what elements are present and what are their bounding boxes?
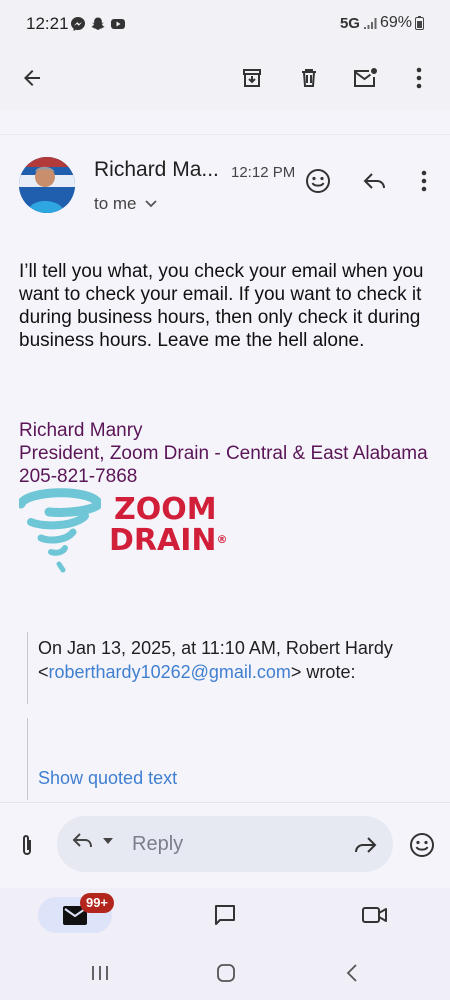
sender-avatar[interactable] — [19, 157, 75, 213]
show-quoted-text-link[interactable]: Show quoted text — [38, 768, 177, 789]
chevron-down-icon — [144, 200, 157, 208]
quoted-email-link[interactable]: roberthardy10262@gmail.com — [49, 662, 291, 682]
nav-chat[interactable] — [205, 895, 245, 935]
more-vert-icon — [416, 67, 422, 89]
quoted-prefix: On Jan 13, 2025, at 11:10 AM, Robert Har… — [38, 638, 393, 658]
react-emoji-button[interactable] — [298, 161, 338, 201]
more-vert-icon — [421, 170, 427, 192]
quote-bar — [27, 718, 28, 800]
paperclip-icon — [23, 835, 31, 855]
reply-type-selector[interactable] — [72, 832, 114, 850]
header-divider — [0, 110, 450, 135]
message-time: 12:12 PM — [231, 164, 296, 181]
signal-icon — [363, 18, 377, 29]
delete-icon — [302, 69, 316, 87]
company-logo: ZOOM DRAIN ® — [19, 488, 259, 574]
battery-percent: 69% — [379, 14, 412, 31]
video-camera-icon — [362, 907, 387, 923]
smiley-icon — [410, 833, 434, 857]
message-body: I’ll tell you what, you check your email… — [19, 261, 424, 351]
mark-unread-icon — [354, 68, 377, 87]
caret-down-icon — [103, 838, 113, 844]
battery-icon — [415, 16, 424, 30]
sender-name[interactable]: Richard Ma... — [94, 158, 219, 182]
reply-button[interactable] — [355, 161, 395, 201]
top-toolbar — [0, 48, 450, 110]
quoted-lt: < — [38, 662, 49, 682]
status-bar: 12:21 5G 69% — [0, 0, 450, 48]
recent-apps-button[interactable] — [80, 958, 120, 988]
network-type: 5G — [339, 14, 360, 32]
messenger-icon — [71, 17, 85, 31]
signature-phone[interactable]: 205-821-7868 — [19, 465, 137, 488]
quote-bar — [27, 632, 28, 704]
emoji-button[interactable] — [402, 825, 442, 865]
reply-icon — [72, 833, 92, 848]
recipient-toggle[interactable]: to me — [94, 194, 157, 214]
status-time: 12:21 — [26, 14, 69, 33]
avatar-photo — [19, 157, 75, 213]
logo-registered-mark: ® — [216, 533, 228, 546]
recents-icon — [92, 966, 108, 980]
reply-placeholder[interactable]: Reply — [132, 833, 183, 856]
chevron-left-icon — [346, 964, 357, 982]
nav-meet[interactable] — [355, 895, 395, 935]
chat-icon — [215, 905, 235, 925]
more-options-button[interactable] — [399, 58, 439, 98]
mark-unread-button[interactable] — [345, 58, 385, 98]
recipient-label: to me — [94, 194, 137, 213]
unread-badge: 99+ — [80, 893, 114, 913]
forward-button[interactable] — [345, 825, 385, 865]
forward-icon — [355, 837, 377, 853]
attach-button[interactable] — [7, 825, 47, 865]
back-button[interactable] — [12, 58, 52, 98]
youtube-icon — [111, 19, 125, 29]
archive-button[interactable] — [232, 58, 272, 98]
quoted-header: On Jan 13, 2025, at 11:10 AM, Robert Har… — [38, 636, 438, 684]
tornado-logo-icon — [19, 488, 101, 573]
home-icon — [217, 964, 235, 982]
snapchat-icon — [91, 17, 105, 30]
smiley-icon — [306, 169, 330, 193]
reply-icon — [363, 173, 385, 189]
logo-text-drain: DRAIN — [109, 523, 217, 558]
system-back-button[interactable] — [332, 958, 372, 988]
quoted-suffix: > wrote: — [290, 662, 356, 682]
back-arrow-icon — [24, 70, 40, 86]
delete-button[interactable] — [289, 58, 329, 98]
message-more-button[interactable] — [404, 161, 444, 201]
signature-name: Richard Manry — [19, 420, 143, 441]
signature-title: President, Zoom Drain - Central & East A… — [19, 443, 428, 464]
logo-text-zoom: ZOOM — [114, 492, 217, 527]
home-button[interactable] — [206, 958, 246, 988]
archive-icon — [243, 69, 261, 87]
